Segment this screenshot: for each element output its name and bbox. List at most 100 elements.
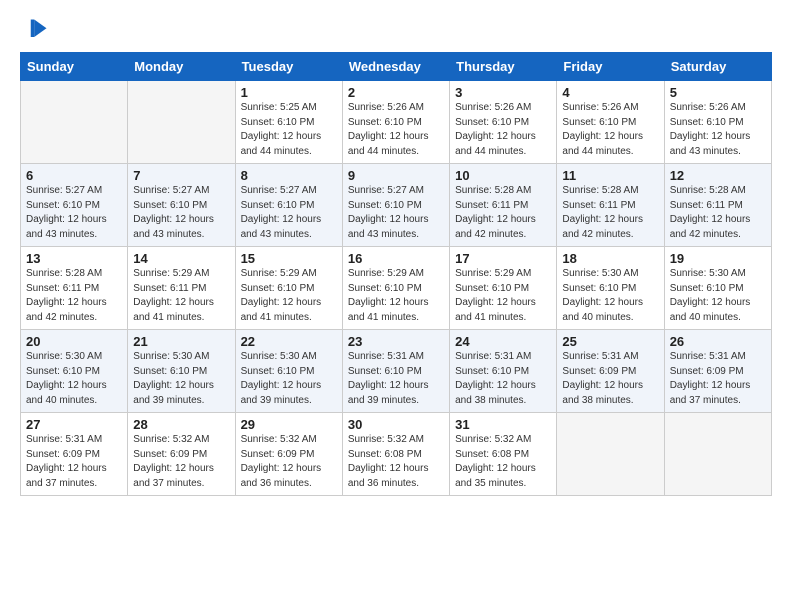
calendar-cell: 19Sunrise: 5:30 AMSunset: 6:10 PMDayligh… [664, 247, 771, 330]
day-number: 19 [670, 251, 766, 266]
day-number: 28 [133, 417, 229, 432]
day-info: Sunrise: 5:30 AMSunset: 6:10 PMDaylight:… [241, 350, 337, 408]
calendar-cell: 8Sunrise: 5:27 AMSunset: 6:10 PMDaylight… [235, 164, 342, 247]
day-info: Sunrise: 5:29 AMSunset: 6:10 PMDaylight:… [241, 267, 337, 325]
day-number: 11 [562, 168, 658, 183]
day-number: 29 [241, 417, 337, 432]
day-info: Sunrise: 5:31 AMSunset: 6:10 PMDaylight:… [348, 350, 444, 408]
calendar-week-row: 27Sunrise: 5:31 AMSunset: 6:09 PMDayligh… [21, 413, 772, 496]
day-info: Sunrise: 5:32 AMSunset: 6:08 PMDaylight:… [455, 433, 551, 491]
calendar-header-monday: Monday [128, 53, 235, 81]
day-number: 21 [133, 334, 229, 349]
calendar-header-tuesday: Tuesday [235, 53, 342, 81]
page: SundayMondayTuesdayWednesdayThursdayFrid… [0, 0, 792, 612]
header [20, 16, 772, 44]
calendar-header-wednesday: Wednesday [342, 53, 449, 81]
day-info: Sunrise: 5:27 AMSunset: 6:10 PMDaylight:… [26, 184, 122, 242]
calendar-cell [557, 413, 664, 496]
calendar-header-thursday: Thursday [450, 53, 557, 81]
day-info: Sunrise: 5:26 AMSunset: 6:10 PMDaylight:… [348, 101, 444, 159]
day-number: 30 [348, 417, 444, 432]
day-number: 14 [133, 251, 229, 266]
day-number: 18 [562, 251, 658, 266]
day-number: 13 [26, 251, 122, 266]
calendar-cell: 5Sunrise: 5:26 AMSunset: 6:10 PMDaylight… [664, 81, 771, 164]
calendar-cell: 29Sunrise: 5:32 AMSunset: 6:09 PMDayligh… [235, 413, 342, 496]
day-info: Sunrise: 5:30 AMSunset: 6:10 PMDaylight:… [133, 350, 229, 408]
day-info: Sunrise: 5:26 AMSunset: 6:10 PMDaylight:… [455, 101, 551, 159]
calendar-cell [21, 81, 128, 164]
day-number: 10 [455, 168, 551, 183]
day-number: 3 [455, 85, 551, 100]
calendar-cell: 18Sunrise: 5:30 AMSunset: 6:10 PMDayligh… [557, 247, 664, 330]
day-number: 17 [455, 251, 551, 266]
day-number: 5 [670, 85, 766, 100]
calendar-week-row: 6Sunrise: 5:27 AMSunset: 6:10 PMDaylight… [21, 164, 772, 247]
calendar-cell: 24Sunrise: 5:31 AMSunset: 6:10 PMDayligh… [450, 330, 557, 413]
logo [20, 16, 52, 44]
day-info: Sunrise: 5:27 AMSunset: 6:10 PMDaylight:… [241, 184, 337, 242]
day-info: Sunrise: 5:29 AMSunset: 6:10 PMDaylight:… [455, 267, 551, 325]
day-number: 7 [133, 168, 229, 183]
day-number: 15 [241, 251, 337, 266]
day-number: 27 [26, 417, 122, 432]
day-number: 16 [348, 251, 444, 266]
calendar-cell: 7Sunrise: 5:27 AMSunset: 6:10 PMDaylight… [128, 164, 235, 247]
day-info: Sunrise: 5:28 AMSunset: 6:11 PMDaylight:… [455, 184, 551, 242]
day-info: Sunrise: 5:26 AMSunset: 6:10 PMDaylight:… [670, 101, 766, 159]
day-info: Sunrise: 5:25 AMSunset: 6:10 PMDaylight:… [241, 101, 337, 159]
calendar-header-row: SundayMondayTuesdayWednesdayThursdayFrid… [21, 53, 772, 81]
day-info: Sunrise: 5:28 AMSunset: 6:11 PMDaylight:… [26, 267, 122, 325]
day-info: Sunrise: 5:30 AMSunset: 6:10 PMDaylight:… [26, 350, 122, 408]
day-info: Sunrise: 5:26 AMSunset: 6:10 PMDaylight:… [562, 101, 658, 159]
calendar-cell: 6Sunrise: 5:27 AMSunset: 6:10 PMDaylight… [21, 164, 128, 247]
day-number: 4 [562, 85, 658, 100]
calendar-cell: 20Sunrise: 5:30 AMSunset: 6:10 PMDayligh… [21, 330, 128, 413]
calendar-table: SundayMondayTuesdayWednesdayThursdayFrid… [20, 52, 772, 496]
calendar-cell [128, 81, 235, 164]
calendar-header-sunday: Sunday [21, 53, 128, 81]
day-number: 22 [241, 334, 337, 349]
logo-icon [22, 16, 50, 44]
day-number: 20 [26, 334, 122, 349]
calendar-cell: 4Sunrise: 5:26 AMSunset: 6:10 PMDaylight… [557, 81, 664, 164]
calendar-cell: 15Sunrise: 5:29 AMSunset: 6:10 PMDayligh… [235, 247, 342, 330]
day-info: Sunrise: 5:32 AMSunset: 6:08 PMDaylight:… [348, 433, 444, 491]
calendar-cell: 28Sunrise: 5:32 AMSunset: 6:09 PMDayligh… [128, 413, 235, 496]
day-number: 8 [241, 168, 337, 183]
calendar-cell: 16Sunrise: 5:29 AMSunset: 6:10 PMDayligh… [342, 247, 449, 330]
calendar-cell: 22Sunrise: 5:30 AMSunset: 6:10 PMDayligh… [235, 330, 342, 413]
day-info: Sunrise: 5:29 AMSunset: 6:10 PMDaylight:… [348, 267, 444, 325]
day-info: Sunrise: 5:32 AMSunset: 6:09 PMDaylight:… [133, 433, 229, 491]
calendar-cell: 2Sunrise: 5:26 AMSunset: 6:10 PMDaylight… [342, 81, 449, 164]
day-info: Sunrise: 5:30 AMSunset: 6:10 PMDaylight:… [562, 267, 658, 325]
day-info: Sunrise: 5:31 AMSunset: 6:10 PMDaylight:… [455, 350, 551, 408]
calendar-week-row: 1Sunrise: 5:25 AMSunset: 6:10 PMDaylight… [21, 81, 772, 164]
calendar-cell: 9Sunrise: 5:27 AMSunset: 6:10 PMDaylight… [342, 164, 449, 247]
day-number: 6 [26, 168, 122, 183]
day-info: Sunrise: 5:31 AMSunset: 6:09 PMDaylight:… [670, 350, 766, 408]
day-info: Sunrise: 5:28 AMSunset: 6:11 PMDaylight:… [670, 184, 766, 242]
day-number: 25 [562, 334, 658, 349]
calendar-cell: 14Sunrise: 5:29 AMSunset: 6:11 PMDayligh… [128, 247, 235, 330]
calendar-header-friday: Friday [557, 53, 664, 81]
calendar-week-row: 20Sunrise: 5:30 AMSunset: 6:10 PMDayligh… [21, 330, 772, 413]
day-info: Sunrise: 5:32 AMSunset: 6:09 PMDaylight:… [241, 433, 337, 491]
calendar-cell: 21Sunrise: 5:30 AMSunset: 6:10 PMDayligh… [128, 330, 235, 413]
calendar-cell: 23Sunrise: 5:31 AMSunset: 6:10 PMDayligh… [342, 330, 449, 413]
day-number: 12 [670, 168, 766, 183]
calendar-cell: 11Sunrise: 5:28 AMSunset: 6:11 PMDayligh… [557, 164, 664, 247]
day-info: Sunrise: 5:30 AMSunset: 6:10 PMDaylight:… [670, 267, 766, 325]
calendar-cell: 31Sunrise: 5:32 AMSunset: 6:08 PMDayligh… [450, 413, 557, 496]
day-info: Sunrise: 5:27 AMSunset: 6:10 PMDaylight:… [133, 184, 229, 242]
day-info: Sunrise: 5:29 AMSunset: 6:11 PMDaylight:… [133, 267, 229, 325]
calendar-week-row: 13Sunrise: 5:28 AMSunset: 6:11 PMDayligh… [21, 247, 772, 330]
calendar-cell: 17Sunrise: 5:29 AMSunset: 6:10 PMDayligh… [450, 247, 557, 330]
calendar-cell: 12Sunrise: 5:28 AMSunset: 6:11 PMDayligh… [664, 164, 771, 247]
calendar-cell: 30Sunrise: 5:32 AMSunset: 6:08 PMDayligh… [342, 413, 449, 496]
day-number: 2 [348, 85, 444, 100]
day-info: Sunrise: 5:31 AMSunset: 6:09 PMDaylight:… [26, 433, 122, 491]
day-info: Sunrise: 5:28 AMSunset: 6:11 PMDaylight:… [562, 184, 658, 242]
day-number: 26 [670, 334, 766, 349]
calendar-cell: 1Sunrise: 5:25 AMSunset: 6:10 PMDaylight… [235, 81, 342, 164]
